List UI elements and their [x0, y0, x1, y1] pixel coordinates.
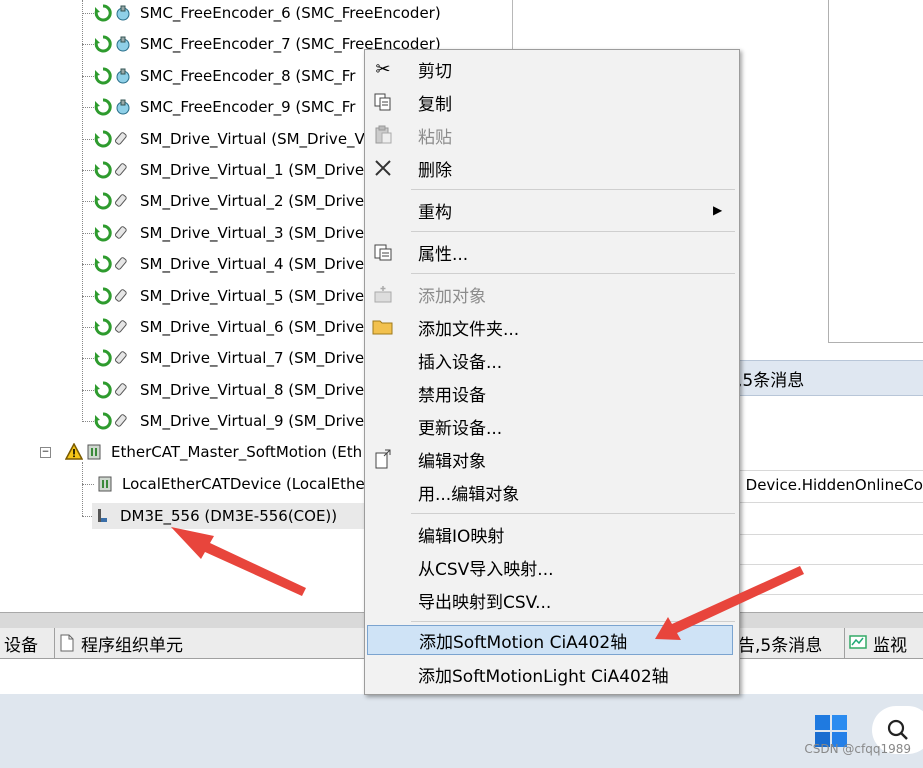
annotation-arrows: [171, 527, 804, 640]
annotation-arrow-to-tree-node: [171, 527, 306, 596]
annotation-arrow-to-menu-item: [655, 566, 804, 640]
